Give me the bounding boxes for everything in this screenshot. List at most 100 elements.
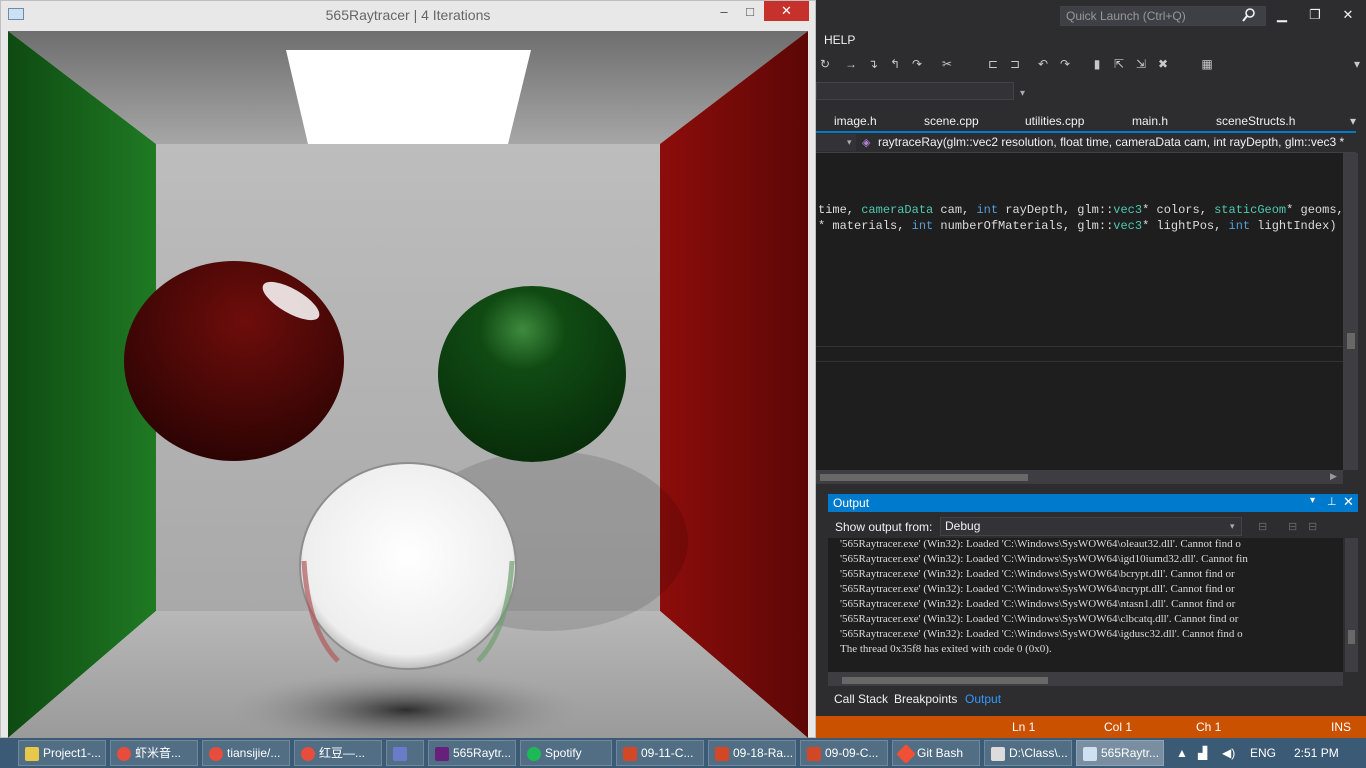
window-title: 565Raytracer | 4 Iterations xyxy=(325,7,491,23)
taskbar-item[interactable]: Project1-... xyxy=(18,740,106,766)
member-combo[interactable]: raytraceRay(glm::vec2 resolution, float … xyxy=(878,135,1348,149)
visual-studio-icon xyxy=(435,746,449,761)
chevron-down-icon[interactable]: ▾ xyxy=(1230,521,1235,532)
red-sphere xyxy=(124,261,344,461)
tab-call-stack[interactable]: Call Stack xyxy=(834,692,888,706)
taskbar-item[interactable]: D:\Class\... xyxy=(984,740,1072,766)
solution-config-combo[interactable] xyxy=(816,82,1014,100)
output-title: Output xyxy=(833,496,870,510)
bookmark-icon[interactable]: ▮ xyxy=(1090,57,1104,71)
editor-vertical-scrollbar[interactable] xyxy=(1343,153,1358,470)
vs-minimize-button[interactable]: ▁ xyxy=(1270,4,1294,26)
output-line: '565Raytracer.exe' (Win32): Loaded 'C:\W… xyxy=(840,553,1248,565)
indent-icon[interactable]: ⊏ xyxy=(986,57,1000,71)
tab-image-h[interactable]: image.h xyxy=(834,114,877,128)
vs-restore-button[interactable]: ❐ xyxy=(1303,4,1327,26)
volume-icon[interactable]: ◀) xyxy=(1222,746,1235,760)
clear-bookmarks-icon[interactable]: ✖ xyxy=(1156,57,1170,71)
code-line: time, cameraData cam, int rayDepth, glm:… xyxy=(818,203,1344,217)
taskbar-item[interactable]: Spotify xyxy=(520,740,612,766)
uncomment-icon[interactable]: ↷ xyxy=(1058,57,1072,71)
taskbar-item[interactable]: 红豆—... xyxy=(294,740,382,766)
find-message-icon[interactable]: ⊟ xyxy=(1258,520,1267,533)
tab-dropdown-icon[interactable]: ▾ xyxy=(1350,114,1356,128)
output-line: '565Raytracer.exe' (Win32): Loaded 'C:\W… xyxy=(840,613,1239,625)
output-line: '565Raytracer.exe' (Win32): Loaded 'C:\W… xyxy=(840,538,1241,550)
editor-hscroll-thumb[interactable] xyxy=(820,474,1028,481)
output-line: The thread 0x35f8 has exited with code 0… xyxy=(840,643,1052,655)
menu-help[interactable]: HELP xyxy=(824,33,855,47)
taskbar-item[interactable]: Git Bash xyxy=(892,740,980,766)
tab-utilities-cpp[interactable]: utilities.cpp xyxy=(1025,114,1084,128)
chevron-down-icon[interactable]: ▾ xyxy=(1020,88,1025,99)
output-line: '565Raytracer.exe' (Win32): Loaded 'C:\W… xyxy=(840,568,1235,580)
chrome-icon xyxy=(301,746,315,761)
taskbar-item[interactable]: 565Raytr... xyxy=(1076,740,1164,766)
folder-icon xyxy=(25,746,39,761)
current-line-highlight xyxy=(816,346,1343,362)
quick-launch-input[interactable]: Quick Launch (Ctrl+Q) xyxy=(1060,6,1266,26)
breakpoint-toggle-icon[interactable]: ✂ xyxy=(940,57,954,71)
taskbar-item[interactable]: 09-09-C... xyxy=(800,740,888,766)
taskbar-item[interactable] xyxy=(386,740,424,766)
maximize-button[interactable]: □ xyxy=(740,2,760,22)
toolbar-icon[interactable]: ↻ xyxy=(818,57,832,71)
close-button[interactable]: ✕ xyxy=(764,1,809,21)
step-out-icon[interactable]: ↰ xyxy=(888,57,902,71)
taskbar-item[interactable]: 565Raytr... xyxy=(428,740,516,766)
clear-all-icon[interactable]: ⊟ xyxy=(1288,520,1297,533)
scroll-right-icon[interactable]: ▶ xyxy=(1330,471,1337,482)
toolbar-overflow-icon[interactable]: ▾ xyxy=(1350,57,1364,71)
status-bar xyxy=(816,716,1366,738)
output-source-select[interactable]: Debug xyxy=(940,517,1242,536)
powerpoint-icon xyxy=(623,746,637,761)
prev-bookmark-icon[interactable]: ⇱ xyxy=(1112,57,1126,71)
code-line: * materials, int numberOfMaterials, glm:… xyxy=(818,219,1337,233)
glass-sphere xyxy=(299,462,517,670)
pin-icon[interactable]: ⊥ xyxy=(1327,495,1337,508)
console-icon xyxy=(991,746,1005,761)
tab-output[interactable]: Output xyxy=(965,692,1001,706)
taskbar-item[interactable]: 虾米音... xyxy=(110,740,198,766)
language-indicator[interactable]: ENG xyxy=(1250,746,1276,760)
status-insert-mode: INS xyxy=(1331,720,1352,734)
performance-icon[interactable]: ▦ xyxy=(1200,57,1214,71)
output-line: '565Raytracer.exe' (Win32): Loaded 'C:\W… xyxy=(840,598,1236,610)
taskbar-item[interactable]: 09-18-Ra... xyxy=(708,740,796,766)
git-icon xyxy=(896,743,916,764)
outdent-icon[interactable]: ⊐ xyxy=(1008,57,1022,71)
code-editor[interactable] xyxy=(816,153,1343,470)
tab-scenestructs-h[interactable]: sceneStructs.h xyxy=(1216,114,1295,128)
status-line: Ln 1 xyxy=(1012,720,1036,734)
editor-scroll-thumb[interactable] xyxy=(1347,333,1355,349)
redo-icon[interactable]: ↷ xyxy=(910,57,924,71)
output-title-bar[interactable] xyxy=(828,494,1358,512)
output-vertical-scrollbar[interactable] xyxy=(1345,538,1358,672)
step-over-icon[interactable]: → xyxy=(844,57,858,71)
search-icon[interactable] xyxy=(1242,8,1256,22)
vs-close-button[interactable]: ✕ xyxy=(1336,4,1360,26)
clock[interactable]: 2:51 PM xyxy=(1294,746,1339,760)
show-hidden-icons-icon[interactable]: ▲ xyxy=(1176,746,1188,760)
chrome-icon xyxy=(117,746,131,761)
word-wrap-icon[interactable]: ⊟ xyxy=(1308,520,1317,533)
output-hscroll-thumb[interactable] xyxy=(842,677,1048,684)
next-bookmark-icon[interactable]: ⇲ xyxy=(1134,57,1148,71)
taskbar-item[interactable]: 09-11-C... xyxy=(616,740,704,766)
comment-icon[interactable]: ↶ xyxy=(1036,57,1050,71)
tab-main-h[interactable]: main.h xyxy=(1132,114,1168,128)
chevron-down-icon[interactable]: ▾ xyxy=(1310,495,1315,506)
taskbar-item[interactable]: tiansijie/... xyxy=(202,740,290,766)
ceiling-light xyxy=(286,50,531,144)
powerpoint-icon xyxy=(807,746,821,761)
chrome-icon xyxy=(209,746,223,761)
tab-scene-cpp[interactable]: scene.cpp xyxy=(924,114,979,128)
chevron-down-icon[interactable]: ▾ xyxy=(847,137,852,148)
minimize-button[interactable]: – xyxy=(714,2,734,22)
close-icon[interactable]: ✕ xyxy=(1343,494,1354,510)
output-scroll-thumb[interactable] xyxy=(1348,630,1355,644)
network-icon[interactable]: ▟ xyxy=(1198,746,1207,760)
powerpoint-icon xyxy=(715,746,729,761)
tab-breakpoints[interactable]: Breakpoints xyxy=(894,692,957,706)
step-into-icon[interactable]: ↴ xyxy=(866,57,880,71)
